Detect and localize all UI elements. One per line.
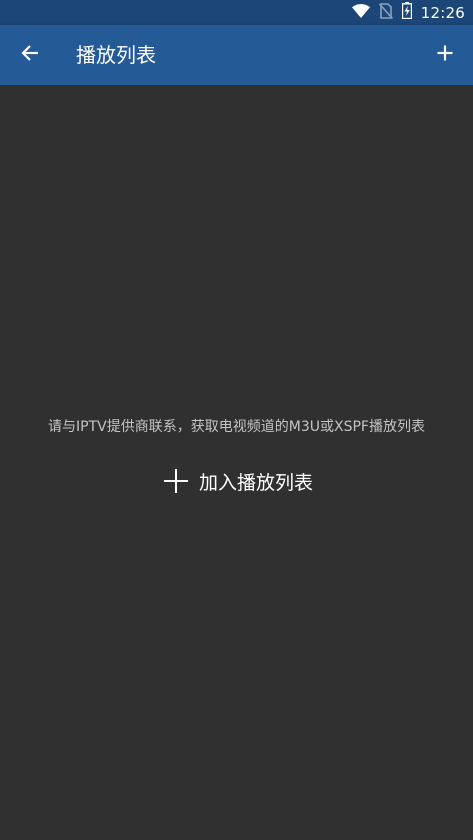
status-time: 12:26 [420, 3, 465, 22]
back-button[interactable] [8, 33, 52, 77]
empty-state-hint: 请与IPTV提供商联系，获取电视频道的M3U或XSPF播放列表 [48, 419, 425, 435]
main-content: 请与IPTV提供商联系，获取电视频道的M3U或XSPF播放列表 加入播放列表 [0, 85, 473, 840]
status-icons: 12:26 [351, 0, 465, 25]
plus-icon [162, 467, 190, 495]
app-bar: 播放列表 [0, 25, 473, 85]
add-button[interactable] [423, 33, 467, 77]
no-sim-icon [378, 2, 393, 23]
arrow-back-icon [21, 44, 39, 66]
page-title: 播放列表 [76, 43, 156, 67]
plus-icon [437, 45, 453, 65]
add-playlist-label: 加入播放列表 [199, 471, 314, 494]
add-playlist-button[interactable]: 加入播放列表 [162, 465, 313, 497]
status-bar: 12:26 [0, 0, 473, 25]
battery-charging-icon [401, 2, 412, 23]
wifi-icon [351, 3, 370, 22]
